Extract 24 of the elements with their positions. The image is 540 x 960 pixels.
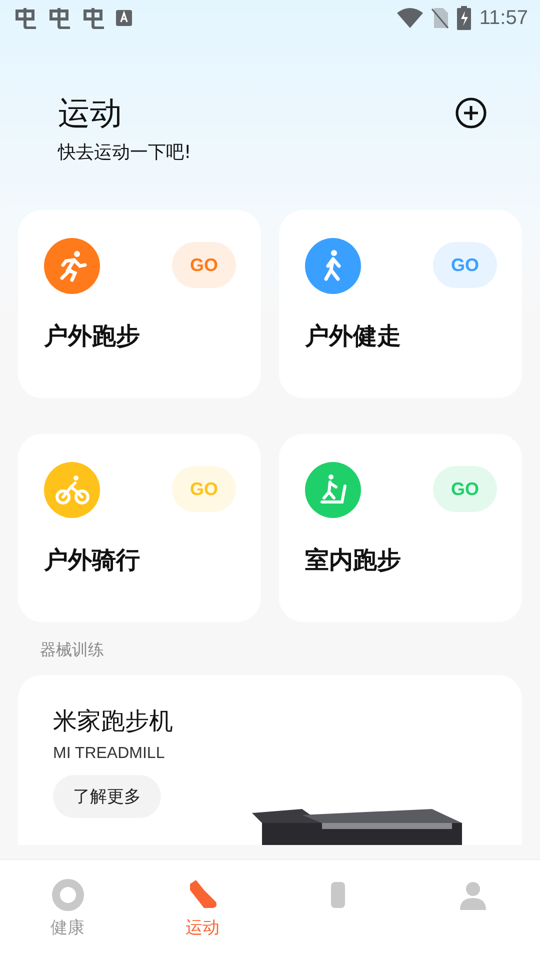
- clock-time: 11:57: [479, 6, 528, 30]
- page-title: 运动: [58, 93, 123, 134]
- battery-charging-icon: [457, 6, 472, 30]
- sport-card[interactable]: GO 户外跑步: [18, 210, 261, 398]
- ring-icon: [50, 878, 84, 912]
- keyboard-icon: [116, 10, 132, 26]
- sport-card[interactable]: GO 户外健走: [279, 210, 522, 398]
- learn-more-button[interactable]: 了解更多: [53, 775, 161, 818]
- wifi-icon: [397, 7, 424, 29]
- sport-name: 户外跑步: [44, 321, 141, 352]
- equipment-subtitle: MI TREADMILL: [53, 745, 166, 763]
- page-subtitle: 快去运动一下吧!: [58, 141, 192, 164]
- equipment-title: 米家跑步机: [53, 706, 173, 737]
- sport-card[interactable]: GO 室内跑步: [279, 434, 522, 622]
- section-label: 器械训练: [39, 639, 105, 661]
- sport-card[interactable]: GO 户外骑行: [18, 434, 261, 622]
- add-icon[interactable]: [454, 96, 488, 130]
- equipment-card[interactable]: 米家跑步机 MI TREADMILL 了解更多: [18, 675, 522, 845]
- sport-name: 户外健走: [305, 321, 402, 352]
- no-sim-icon: [431, 7, 450, 29]
- sport-name: 室内跑步: [305, 545, 402, 576]
- sport-name: 户外骑行: [44, 545, 141, 576]
- tab-label: 健康: [50, 917, 84, 939]
- tab-label: 运动: [186, 917, 220, 939]
